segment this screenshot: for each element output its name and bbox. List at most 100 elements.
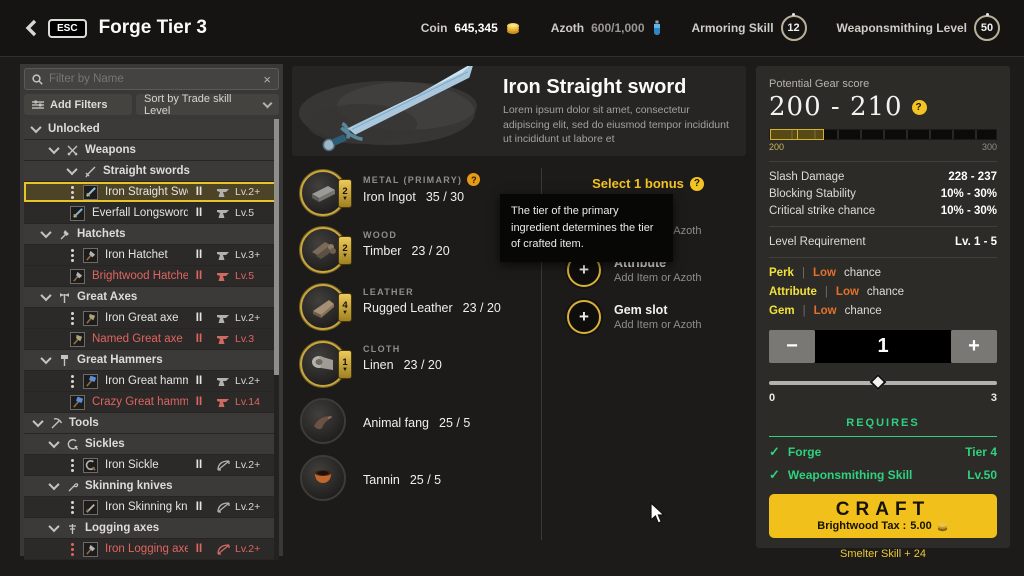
tree-group-logging-axes[interactable]: Logging axes (24, 518, 279, 539)
smithing-skill-icon (216, 207, 231, 220)
weaponsmithing-level: Weaponsmithing Level 50 (837, 15, 1000, 41)
tree-group-great-axes[interactable]: Great Axes (24, 287, 279, 308)
slider-handle[interactable] (869, 374, 886, 391)
pickaxe-icon (50, 417, 63, 430)
crossed-swords-icon (66, 144, 79, 157)
stat-row: Slash Damage228 - 237 (769, 171, 997, 183)
item-description: Lorem ipsum dolor sit amet, consectetur … (503, 103, 730, 147)
kebab-menu-icon[interactable] (71, 506, 74, 509)
bonus-title: Select 1 bonus (592, 176, 684, 191)
quantity-badge[interactable]: 2▼ (338, 236, 352, 265)
item-icon (70, 395, 85, 410)
item-icon (83, 542, 98, 557)
stat-row: Blocking Stability10% - 30% (769, 188, 997, 200)
engineering-skill-icon (216, 501, 231, 514)
list-item-iron-great-axe[interactable]: Iron Great axeIILv.2+ (24, 308, 279, 329)
ingredient-slot[interactable]: 2▼ (300, 227, 346, 273)
skill-bonus-note: Smelter Skill + 24 (769, 548, 997, 560)
esc-key-badge[interactable]: ESC (48, 19, 87, 38)
recipe-tree: Unlocked Weapons Straight swords Iron St… (24, 119, 279, 560)
list-item-iron-great-hammers[interactable]: Iron Great hammersIILv.2+ (24, 371, 279, 392)
recipe-sidebar: × Add Filters Sort by Trade skill Level … (20, 64, 283, 556)
tree-group-hatchets[interactable]: Hatchets (24, 224, 279, 245)
list-item-everfall-longsword[interactable]: Everfall LongswordIILv.5 (24, 203, 279, 224)
logging-axe-icon (66, 522, 79, 535)
smithing-skill-icon (216, 249, 231, 262)
help-icon[interactable]: ? (690, 177, 704, 191)
ingredient-slot[interactable] (300, 455, 346, 501)
sword-icon (84, 165, 97, 178)
clear-search-icon[interactable]: × (263, 73, 271, 86)
tree-group-tools[interactable]: Tools (24, 413, 279, 434)
tree-group-sickles[interactable]: Sickles (24, 434, 279, 455)
kebab-menu-icon[interactable] (71, 380, 74, 383)
help-icon[interactable]: ? (467, 173, 480, 186)
requirement-skill: ✓Weaponsmithing SkillLv.50 (769, 467, 997, 483)
azoth-balance: Azoth 600/1,000 (551, 20, 662, 36)
list-item-iron-skinning-knife[interactable]: Iron Skinning knifeIILv.2+ (24, 497, 279, 518)
ingredient-slot[interactable]: 1▼ (300, 341, 346, 387)
ingredient-slot[interactable]: 4▼ (300, 284, 346, 330)
kebab-menu-icon[interactable] (71, 464, 74, 467)
chevron-down-icon (48, 521, 59, 532)
chevron-down-icon (30, 122, 41, 133)
chevron-down-icon (48, 479, 59, 490)
tree-group-unlocked[interactable]: Unlocked (24, 119, 279, 140)
search-input[interactable] (49, 73, 257, 85)
quantity-badge[interactable]: 1▼ (338, 350, 352, 379)
bonus-slot-gem[interactable]: + Gem slotAdd Item or Azoth (549, 300, 747, 334)
list-item-named-great-axe[interactable]: Named Great axeIILv.3 (24, 329, 279, 350)
chevron-down-icon (40, 353, 51, 364)
list-item-crazy-great-hammer[interactable]: Crazy Great hammerIILv.14 (24, 392, 279, 413)
search-box[interactable]: × (24, 68, 279, 90)
add-filters-button[interactable]: Add Filters (24, 94, 132, 115)
increase-button[interactable]: + (951, 330, 997, 363)
item-icon (70, 269, 85, 284)
kebab-menu-icon[interactable] (71, 191, 74, 194)
scrollbar-thumb[interactable] (274, 119, 279, 375)
quantity-badge[interactable]: 4▼ (338, 293, 352, 322)
stat-row: Critical strike chance10% - 30% (769, 205, 997, 217)
badge-arrow-icon: ▼ (342, 311, 348, 316)
quantity-slider[interactable] (769, 376, 997, 389)
badge-arrow-icon: ▼ (342, 368, 348, 373)
tree-group-straight-swords[interactable]: Straight swords (24, 161, 279, 182)
smithing-skill-icon (216, 270, 231, 283)
quantity-badge[interactable]: 2▼ (338, 179, 352, 208)
ingredient-slot[interactable]: 2▼ (300, 170, 346, 216)
quantity-value: 1 (815, 330, 951, 363)
list-item-iron-straight-sword[interactable]: Iron Straight SwordIILv.2+ (24, 182, 279, 203)
coin-balance: Coin 645,345 (421, 21, 521, 35)
item-icon (70, 332, 85, 347)
list-item-iron-logging-axe[interactable]: Iron Logging axeIILv.2+ (24, 539, 279, 560)
list-item-iron-sickle[interactable]: Iron SickleIILv.2+ (24, 455, 279, 476)
kebab-menu-icon[interactable] (71, 548, 74, 551)
kebab-menu-icon[interactable] (71, 317, 74, 320)
smithing-skill-icon (216, 333, 231, 346)
help-icon[interactable]: ? (912, 100, 927, 115)
sort-dropdown[interactable]: Sort by Trade skill Level (136, 94, 279, 115)
item-tier: Tier II (503, 155, 730, 156)
item-header-card: Iron Straight sword Lorem ipsum dolor si… (292, 66, 746, 156)
mouse-cursor (650, 502, 666, 526)
scrollbar[interactable] (274, 119, 279, 560)
list-item-iron-hatchet[interactable]: Iron HatchetIILv.3+ (24, 245, 279, 266)
chance-row-attribute: Attribute|Lowchance (769, 286, 997, 298)
craft-button[interactable]: CRAFT Brightwood Tax :5.00 (769, 494, 997, 538)
weaponsmithing-level-gauge: 50 (974, 15, 1000, 41)
plus-icon[interactable]: + (567, 300, 601, 334)
crafting-summary-panel: Potential Gear score 200 - 210? 200300 S… (756, 66, 1010, 548)
ingredient-slot[interactable] (300, 398, 346, 444)
kebab-menu-icon[interactable] (71, 254, 74, 257)
tree-group-skinning-knives[interactable]: Skinning knives (24, 476, 279, 497)
decrease-button[interactable]: − (769, 330, 815, 363)
requirement-forge: ✓ForgeTier 4 (769, 444, 997, 460)
chance-row-perk: Perk|Lowchance (769, 267, 997, 279)
item-icon (83, 500, 98, 515)
back-icon[interactable] (24, 19, 38, 37)
list-item-brightwood-hatchet[interactable]: Brightwood HatchetIILv.5 (24, 266, 279, 287)
tree-group-great-hammers[interactable]: Great Hammers (24, 350, 279, 371)
gear-score-range (770, 129, 824, 140)
tannin-pot-icon (310, 466, 336, 490)
tree-group-weapons[interactable]: Weapons (24, 140, 279, 161)
